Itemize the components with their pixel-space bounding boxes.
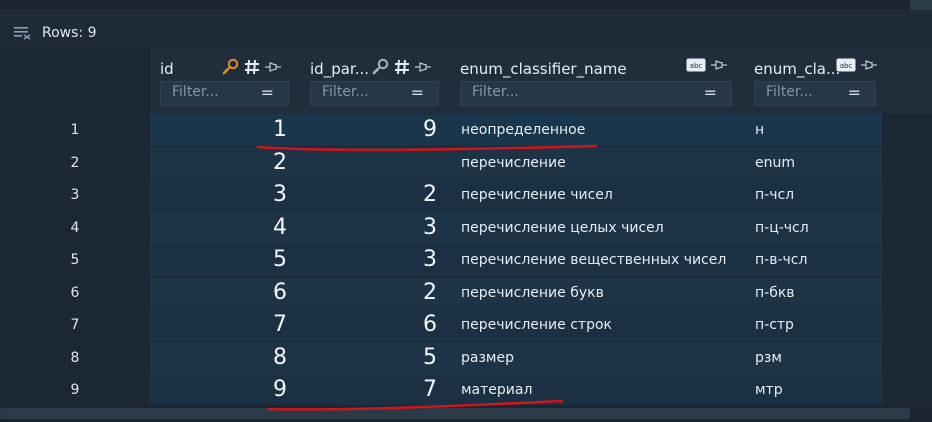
grid-rows: 1 1 9 неопределенное н 2 2 перечисление …	[0, 114, 932, 406]
rows-count-label: Rows: 9	[42, 25, 97, 41]
table-row[interactable]: 5 5 3 перечисление вещественных чисел п-…	[0, 244, 932, 276]
column-header-enum-classifier-name[interactable]: enum_classifier_name abc Filter... =	[450, 48, 744, 114]
cell-enum-classifier-name[interactable]: размер	[461, 342, 514, 374]
svg-text:abc: abc	[840, 62, 853, 70]
equals-icon[interactable]: =	[261, 83, 274, 102]
cell-id-parent[interactable]: 9	[300, 114, 437, 146]
table-row[interactable]: 3 3 2 перечисление чисел п-чсл	[0, 179, 932, 211]
cell-id[interactable]: 4	[150, 212, 287, 244]
cell-id-parent[interactable]: 6	[300, 309, 437, 341]
cell-enum-classifier-name[interactable]: перечисление букв	[461, 277, 604, 309]
cell-enum-classifier-name[interactable]: неопределенное	[461, 114, 585, 146]
top-scrollbar[interactable]	[910, 0, 932, 10]
table-row[interactable]: 6 6 2 перечисление букв п-бкв	[0, 276, 932, 309]
equals-icon[interactable]: =	[704, 83, 717, 102]
data-grid: id Filter... = id_par... Filter... = enu…	[0, 48, 932, 406]
column-title[interactable]: enum_cla...	[754, 60, 840, 78]
cell-enum-classifier-name[interactable]: материал	[461, 374, 532, 406]
table-row[interactable]: 9 9 7 материал мтр	[0, 374, 932, 406]
cell-enum-classifier-name[interactable]: перечисление чисел	[461, 179, 613, 211]
abc-icon: abc	[686, 58, 706, 72]
cell-enum-code[interactable]: enum	[755, 147, 795, 179]
filter-input-id[interactable]: Filter... =	[160, 81, 289, 106]
row-number: 7	[70, 317, 80, 333]
cell-enum-classifier-name[interactable]: перечисление целых чисел	[461, 212, 664, 244]
cell-id[interactable]: 2	[150, 147, 287, 179]
filter-placeholder: Filter...	[766, 84, 813, 100]
grid-header: id Filter... = id_par... Filter... = enu…	[150, 48, 932, 114]
row-number: 8	[70, 349, 80, 366]
table-row[interactable]: 7 7 6 перечисление строк п-стр	[0, 309, 932, 341]
pin-icon[interactable]	[264, 60, 282, 74]
row-number: 3	[70, 187, 80, 203]
cell-id[interactable]: 7	[150, 309, 287, 341]
filter-placeholder: Filter...	[322, 84, 369, 100]
cell-id[interactable]: 1	[150, 114, 287, 146]
row-number: 1	[70, 122, 80, 138]
cell-id-parent[interactable]: 2	[300, 277, 437, 309]
cell-enum-code[interactable]: п-в-чсл	[755, 244, 807, 276]
cell-enum-classifier-name[interactable]: перечисление	[461, 147, 566, 179]
abc-icon: abc	[836, 58, 856, 72]
cell-id[interactable]: 3	[150, 179, 287, 211]
cell-id[interactable]: 8	[150, 342, 287, 374]
cell-id-parent[interactable]: 3	[300, 212, 437, 244]
filter-rows-icon[interactable]	[14, 26, 32, 40]
column-header-id-parent[interactable]: id_par... Filter... =	[300, 48, 450, 114]
cell-id[interactable]: 9	[150, 374, 287, 406]
equals-icon[interactable]: =	[848, 83, 861, 102]
cell-enum-code[interactable]: мтр	[755, 374, 783, 406]
svg-text:abc: abc	[690, 62, 703, 70]
table-row[interactable]: 1 1 9 неопределенное н	[0, 114, 932, 146]
table-row[interactable]: 4 4 3 перечисление целых чисел п-ц-чсл	[0, 211, 932, 244]
cell-id-parent[interactable]: 7	[300, 374, 437, 406]
pin-icon[interactable]	[414, 60, 432, 74]
column-title[interactable]: id_par...	[310, 60, 369, 78]
hash-icon	[245, 59, 259, 75]
hash-icon	[395, 59, 409, 75]
filter-placeholder: Filter...	[472, 84, 519, 100]
cell-id[interactable]: 6	[150, 277, 287, 309]
pin-icon[interactable]	[860, 58, 878, 72]
row-number: 4	[70, 219, 80, 236]
grid-toolbar: Rows: 9	[0, 10, 932, 46]
key-icon	[372, 58, 389, 75]
row-number: 5	[70, 252, 80, 268]
column-header-enum-code[interactable]: enum_cla... abc Filter... =	[744, 48, 894, 114]
table-row[interactable]: 2 2 перечисление enum	[0, 146, 932, 179]
cell-enum-code[interactable]: н	[755, 114, 764, 146]
filter-input-enum-code[interactable]: Filter... =	[754, 81, 876, 106]
key-icon	[222, 58, 239, 75]
cell-enum-classifier-name[interactable]: перечисление строк	[461, 309, 612, 341]
cell-id[interactable]: 5	[150, 244, 287, 276]
row-number: 9	[70, 382, 80, 398]
cell-id-parent[interactable]: 3	[300, 244, 437, 276]
filter-input-enum-classifier-name[interactable]: Filter... =	[460, 81, 732, 106]
cell-enum-code[interactable]: п-стр	[755, 309, 794, 341]
top-scroll-area	[0, 0, 932, 10]
row-number: 6	[70, 284, 80, 301]
cell-enum-code[interactable]: рзм	[755, 342, 782, 374]
table-row[interactable]: 8 8 5 размер рзм	[0, 341, 932, 374]
cell-enum-code[interactable]: п-чсл	[755, 179, 794, 211]
cell-enum-classifier-name[interactable]: перечисление вещественных чисел	[461, 244, 726, 276]
column-title[interactable]: enum_classifier_name	[460, 60, 627, 78]
filter-input-id-parent[interactable]: Filter... =	[310, 81, 439, 106]
scrollbar-thumb[interactable]	[0, 408, 910, 419]
filter-placeholder: Filter...	[172, 84, 219, 100]
cell-id-parent[interactable]: 5	[300, 342, 437, 374]
cell-enum-code[interactable]: п-ц-чсл	[755, 212, 809, 244]
column-header-id[interactable]: id Filter... =	[150, 48, 300, 114]
pin-icon[interactable]	[710, 58, 728, 72]
horizontal-scrollbar[interactable]	[0, 405, 932, 422]
cell-enum-code[interactable]: п-бкв	[755, 277, 795, 309]
equals-icon[interactable]: =	[411, 83, 424, 102]
row-number: 2	[70, 154, 80, 171]
column-title[interactable]: id	[160, 60, 174, 78]
cell-id-parent[interactable]: 2	[300, 179, 437, 211]
